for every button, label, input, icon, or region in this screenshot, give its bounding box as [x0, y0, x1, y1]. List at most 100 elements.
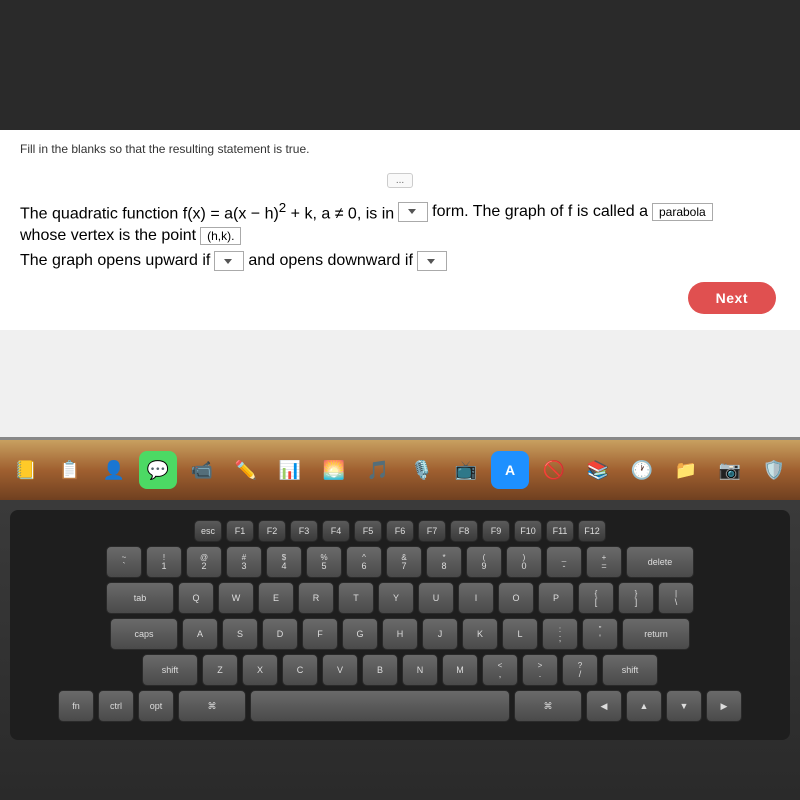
dock-icon-books[interactable]: 📚	[579, 451, 617, 489]
key-up-arrow[interactable]: ▲	[626, 690, 662, 722]
key-o[interactable]: O	[498, 582, 534, 614]
key-g[interactable]: G	[342, 618, 378, 650]
key-delete[interactable]: delete	[626, 546, 694, 578]
key-6[interactable]: ^6	[346, 546, 382, 578]
dock-icon-shield[interactable]: 🛡️	[755, 451, 793, 489]
dots-label: ...	[387, 173, 413, 188]
key-d[interactable]: D	[262, 618, 298, 650]
key-minus[interactable]: _-	[546, 546, 582, 578]
key-7[interactable]: &7	[386, 546, 422, 578]
key-f12[interactable]: F12	[578, 520, 606, 542]
key-f7[interactable]: F7	[418, 520, 446, 542]
dock-icon-appletv[interactable]: 📺	[447, 451, 485, 489]
key-equals[interactable]: +=	[586, 546, 622, 578]
key-lshift[interactable]: shift	[142, 654, 198, 686]
key-capslock[interactable]: caps	[110, 618, 178, 650]
key-4[interactable]: $4	[266, 546, 302, 578]
key-m[interactable]: M	[442, 654, 478, 686]
key-s[interactable]: S	[222, 618, 258, 650]
dock-icon-appstore[interactable]: A	[491, 451, 529, 489]
key-left-arrow[interactable]: ◀	[586, 690, 622, 722]
key-y[interactable]: Y	[378, 582, 414, 614]
key-f10[interactable]: F10	[514, 520, 542, 542]
key-0[interactable]: )0	[506, 546, 542, 578]
key-f5[interactable]: F5	[354, 520, 382, 542]
key-z[interactable]: Z	[202, 654, 238, 686]
key-2[interactable]: @2	[186, 546, 222, 578]
key-f11[interactable]: F11	[546, 520, 574, 542]
key-ctrl[interactable]: ctrl	[98, 690, 134, 722]
key-period[interactable]: >.	[522, 654, 558, 686]
dock-icon-clock[interactable]: 🕐	[623, 451, 661, 489]
key-l[interactable]: L	[502, 618, 538, 650]
key-comma[interactable]: <,	[482, 654, 518, 686]
key-1[interactable]: !1	[146, 546, 182, 578]
dock-icon-chart[interactable]: 📊	[271, 451, 309, 489]
key-9[interactable]: (9	[466, 546, 502, 578]
next-button[interactable]: Next	[688, 282, 776, 314]
key-k[interactable]: K	[462, 618, 498, 650]
key-t[interactable]: T	[338, 582, 374, 614]
key-n[interactable]: N	[402, 654, 438, 686]
dock-icon-block[interactable]: 🚫	[535, 451, 573, 489]
key-return[interactable]: return	[622, 618, 690, 650]
key-f2[interactable]: F2	[258, 520, 286, 542]
key-8[interactable]: *8	[426, 546, 462, 578]
key-v[interactable]: V	[322, 654, 358, 686]
key-semicolon[interactable]: :;	[542, 618, 578, 650]
dock-icon-messages[interactable]: 💬	[139, 451, 177, 489]
dock-icon-photos[interactable]: 🌅	[315, 451, 353, 489]
key-cmd-right[interactable]: ⌘	[514, 690, 582, 722]
dock-icon-reminders[interactable]: 📋	[51, 451, 89, 489]
key-quote[interactable]: "'	[582, 618, 618, 650]
dock-icon-podcasts[interactable]: 🎙️	[403, 451, 441, 489]
key-e[interactable]: E	[258, 582, 294, 614]
key-j[interactable]: J	[422, 618, 458, 650]
key-q[interactable]: Q	[178, 582, 214, 614]
dropdown-form[interactable]	[398, 202, 428, 222]
key-r[interactable]: R	[298, 582, 334, 614]
dock-icon-facetime[interactable]: 📹	[183, 451, 221, 489]
key-3[interactable]: #3	[226, 546, 262, 578]
key-f4[interactable]: F4	[322, 520, 350, 542]
key-f6[interactable]: F6	[386, 520, 414, 542]
key-rbracket[interactable]: }]	[618, 582, 654, 614]
key-h[interactable]: H	[382, 618, 418, 650]
dock-icon-pencil[interactable]: ✏️	[227, 451, 265, 489]
key-cmd-left[interactable]: ⌘	[178, 690, 246, 722]
key-i[interactable]: I	[458, 582, 494, 614]
key-f3[interactable]: F3	[290, 520, 318, 542]
key-option[interactable]: opt	[138, 690, 174, 722]
key-space[interactable]	[250, 690, 510, 722]
key-rshift[interactable]: shift	[602, 654, 658, 686]
key-u[interactable]: U	[418, 582, 454, 614]
dock-icon-contacts[interactable]: 👤	[95, 451, 133, 489]
key-5[interactable]: %5	[306, 546, 342, 578]
key-w[interactable]: W	[218, 582, 254, 614]
key-right-arrow[interactable]: ▶	[706, 690, 742, 722]
key-x[interactable]: X	[242, 654, 278, 686]
key-a[interactable]: A	[182, 618, 218, 650]
key-tab[interactable]: tab	[106, 582, 174, 614]
dock-icon-music[interactable]: 🎵	[359, 451, 397, 489]
key-f1[interactable]: F1	[226, 520, 254, 542]
dock-icon-calendar[interactable]: 📅	[0, 451, 1, 489]
dock-icon-folder[interactable]: 📁	[667, 451, 705, 489]
key-f8[interactable]: F8	[450, 520, 478, 542]
key-c[interactable]: C	[282, 654, 318, 686]
dropdown-downward[interactable]	[417, 251, 447, 271]
dropdown-upward[interactable]	[214, 251, 244, 271]
dock-icon-camera[interactable]: 📷	[711, 451, 749, 489]
key-lbracket[interactable]: {[	[578, 582, 614, 614]
key-b[interactable]: B	[362, 654, 398, 686]
key-p[interactable]: P	[538, 582, 574, 614]
dock-icon-notes[interactable]: 📒	[7, 451, 45, 489]
key-f9[interactable]: F9	[482, 520, 510, 542]
key-down-arrow[interactable]: ▼	[666, 690, 702, 722]
key-slash[interactable]: ?/	[562, 654, 598, 686]
key-f[interactable]: F	[302, 618, 338, 650]
key-backslash[interactable]: |\	[658, 582, 694, 614]
key-esc[interactable]: esc	[194, 520, 222, 542]
key-fn[interactable]: fn	[58, 690, 94, 722]
key-backtick[interactable]: ~`	[106, 546, 142, 578]
